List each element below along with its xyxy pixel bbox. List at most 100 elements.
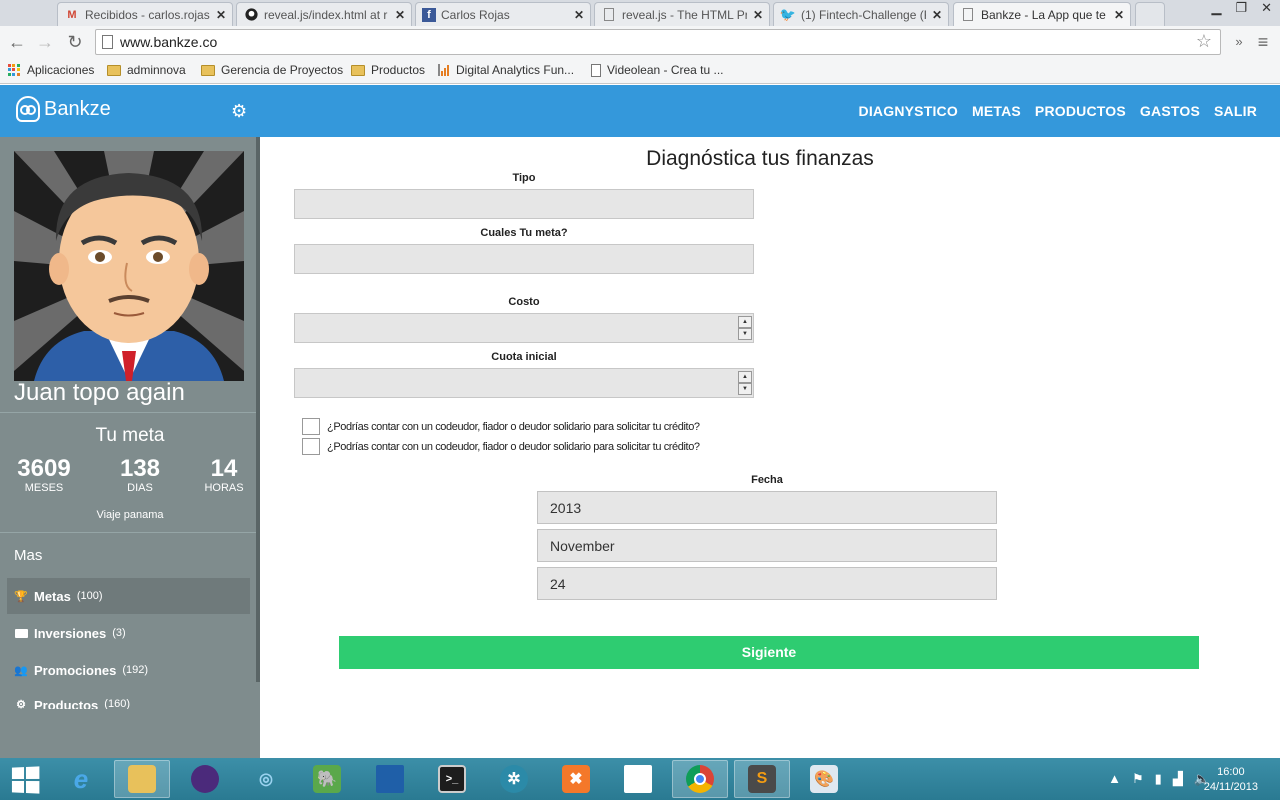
spin-up-icon[interactable]: ▲ bbox=[738, 371, 752, 383]
nav-salir[interactable]: SALIR bbox=[1214, 103, 1257, 119]
taskbar-explorer[interactable] bbox=[114, 760, 170, 798]
sidebar-item-metas[interactable]: 🏆 Metas (100) bbox=[7, 578, 250, 614]
action-center-icon[interactable]: ⚑ bbox=[1132, 771, 1144, 787]
restore-icon[interactable]: ❐ bbox=[1235, 0, 1247, 16]
stat-value: 14 bbox=[210, 455, 238, 482]
browser-toolbar: ← → ↻ www.bankze.co ☆ » ≡ bbox=[0, 26, 1280, 58]
tab-github[interactable]: reveal.js/index.html at r ✕ bbox=[236, 2, 412, 26]
taskbar-xampp[interactable]: ✖ bbox=[548, 760, 604, 798]
taskbar-chrome[interactable] bbox=[672, 760, 728, 798]
back-icon[interactable]: ← bbox=[6, 31, 28, 53]
close-icon[interactable]: ✕ bbox=[1114, 8, 1124, 22]
taskbar-app4[interactable]: ◎ bbox=[238, 760, 294, 798]
minimize-icon[interactable]: ▁ bbox=[1211, 0, 1221, 16]
bookmark-gerencia[interactable]: Gerencia de Proyectos bbox=[201, 63, 343, 77]
tab-label: reveal.js/index.html at r bbox=[264, 7, 388, 22]
sidebar-item-count: (192) bbox=[122, 664, 149, 676]
stat-hours: 14 HORAS bbox=[198, 455, 250, 494]
number-spinner[interactable]: ▲ ▼ bbox=[738, 371, 752, 396]
taskbar-app8[interactable]: ✲ bbox=[486, 760, 542, 798]
codeudor-checkbox-2[interactable]: ¿Podrías contar con un codeudor, fiador … bbox=[302, 438, 700, 455]
tab-gmail[interactable]: M Recibidos - carlos.rojas@ ✕ bbox=[57, 2, 233, 26]
section-title: Mas bbox=[14, 547, 43, 564]
taskbar-terminal[interactable]: >_ bbox=[424, 760, 480, 798]
checkbox[interactable] bbox=[302, 418, 320, 435]
tab-bankze[interactable]: Bankze - La App que te ✕ bbox=[953, 2, 1131, 26]
taskbar-ie[interactable]: e bbox=[53, 760, 109, 798]
close-icon[interactable]: ✕ bbox=[574, 8, 584, 22]
battery-icon[interactable]: ▮ bbox=[1155, 771, 1162, 787]
taskbar-paint[interactable]: 🎨 bbox=[796, 760, 852, 798]
page-icon bbox=[601, 8, 617, 22]
nav-metas[interactable]: METAS bbox=[972, 103, 1021, 119]
tab-twitter[interactable]: 🐦 (1) Fintech-Challenge (F ✕ bbox=[773, 2, 949, 26]
bookmark-label: Productos bbox=[371, 63, 426, 77]
checkbox-label: ¿Podrías contar con un codeudor, fiador … bbox=[327, 420, 700, 433]
stat-label: HORAS bbox=[204, 482, 244, 494]
taskbar-remote[interactable] bbox=[362, 760, 418, 798]
bookmarks-bar: Aplicaciones adminnova Gerencia de Proye… bbox=[0, 58, 1280, 84]
month-select[interactable]: November bbox=[537, 529, 997, 562]
bookmark-videolean[interactable]: Videolean - Crea tu ... bbox=[591, 63, 724, 77]
spin-up-icon[interactable]: ▲ bbox=[738, 316, 752, 328]
close-window-icon[interactable]: ✕ bbox=[1261, 0, 1272, 16]
spin-down-icon[interactable]: ▼ bbox=[738, 383, 752, 395]
chevron-right-icon[interactable]: » bbox=[1228, 31, 1250, 53]
field-label-tipo: Tipo bbox=[512, 172, 536, 184]
close-icon[interactable]: ✕ bbox=[932, 8, 942, 22]
checkbox-label: ¿Podrías contar con un codeudor, fiador … bbox=[327, 440, 700, 453]
tab-label: reveal.js - The HTML Pr bbox=[622, 7, 747, 22]
nav-productos[interactable]: PRODUCTOS bbox=[1035, 103, 1126, 119]
sidebar-item-promociones[interactable]: 👥 Promociones (192) bbox=[7, 652, 250, 688]
taskbar-evernote[interactable]: 🐘 bbox=[299, 760, 355, 798]
brand-logo[interactable]: Bankze bbox=[16, 96, 111, 122]
costo-input[interactable]: ▲ ▼ bbox=[294, 313, 754, 343]
spin-down-icon[interactable]: ▼ bbox=[738, 328, 752, 340]
tab-label: Recibidos - carlos.rojas@ bbox=[85, 7, 210, 22]
close-icon[interactable]: ✕ bbox=[395, 8, 405, 22]
bookmark-analytics[interactable]: Digital Analytics Fun... bbox=[438, 63, 574, 77]
menu-icon[interactable]: ≡ bbox=[1252, 31, 1274, 53]
taskbar-eclipse[interactable] bbox=[177, 760, 233, 798]
address-bar[interactable]: www.bankze.co ☆ bbox=[95, 29, 1221, 55]
gmail-icon: M bbox=[67, 8, 77, 21]
checkbox[interactable] bbox=[302, 438, 320, 455]
sidebar-item-productos[interactable]: ⚙ Productos (160) bbox=[7, 689, 250, 709]
users-icon: 👥 bbox=[14, 664, 28, 677]
tab-reveal[interactable]: reveal.js - The HTML Pr ✕ bbox=[594, 2, 770, 26]
tab-facebook[interactable]: f Carlos Rojas ✕ bbox=[415, 2, 591, 26]
evernote-icon: 🐘 bbox=[313, 765, 341, 793]
year-select[interactable]: 2013 bbox=[537, 491, 997, 524]
forward-icon[interactable]: → bbox=[34, 31, 56, 53]
number-spinner[interactable]: ▲ ▼ bbox=[738, 316, 752, 341]
bookmark-apps[interactable]: Aplicaciones bbox=[8, 63, 94, 77]
sidebar-item-inversiones[interactable]: Inversiones (3) bbox=[7, 615, 250, 651]
cuota-inicial-input[interactable]: ▲ ▼ bbox=[294, 368, 754, 398]
nav-gastos[interactable]: GASTOS bbox=[1140, 103, 1200, 119]
new-tab-button[interactable] bbox=[1135, 2, 1165, 26]
signal-icon[interactable]: ▟ bbox=[1173, 771, 1183, 787]
nav-diagnostico[interactable]: DIAGNYSTICO bbox=[859, 103, 958, 119]
reload-icon[interactable]: ↻ bbox=[64, 31, 86, 53]
day-select[interactable]: 24 bbox=[537, 567, 997, 600]
next-button[interactable]: Sigiente bbox=[339, 636, 1199, 669]
taskbar-grid[interactable] bbox=[610, 760, 666, 798]
chevron-up-icon[interactable]: ▲ bbox=[1108, 771, 1121, 787]
tab-label: Bankze - La App que te bbox=[981, 7, 1106, 22]
folder-icon bbox=[201, 64, 215, 76]
settings-gear-icon[interactable]: ⚙ bbox=[231, 101, 247, 122]
tipo-input[interactable] bbox=[294, 189, 754, 219]
taskbar-sublime[interactable]: S bbox=[734, 760, 790, 798]
close-icon[interactable]: ✕ bbox=[216, 8, 226, 22]
meta-input[interactable] bbox=[294, 244, 754, 274]
avatar[interactable] bbox=[14, 151, 244, 381]
bookmark-star-icon[interactable]: ☆ bbox=[1196, 31, 1212, 52]
close-icon[interactable]: ✕ bbox=[753, 8, 763, 22]
url-text: www.bankze.co bbox=[120, 34, 218, 50]
bookmark-adminnova[interactable]: adminnova bbox=[107, 63, 186, 77]
windows-start-icon[interactable] bbox=[11, 766, 40, 794]
system-clock[interactable]: 16:00 24/11/2013 bbox=[1204, 765, 1258, 795]
codeudor-checkbox-1[interactable]: ¿Podrías contar con un codeudor, fiador … bbox=[302, 418, 700, 435]
page-title-text: Diagnóstica tus finanzas bbox=[646, 147, 874, 170]
bookmark-productos[interactable]: Productos bbox=[351, 63, 425, 77]
